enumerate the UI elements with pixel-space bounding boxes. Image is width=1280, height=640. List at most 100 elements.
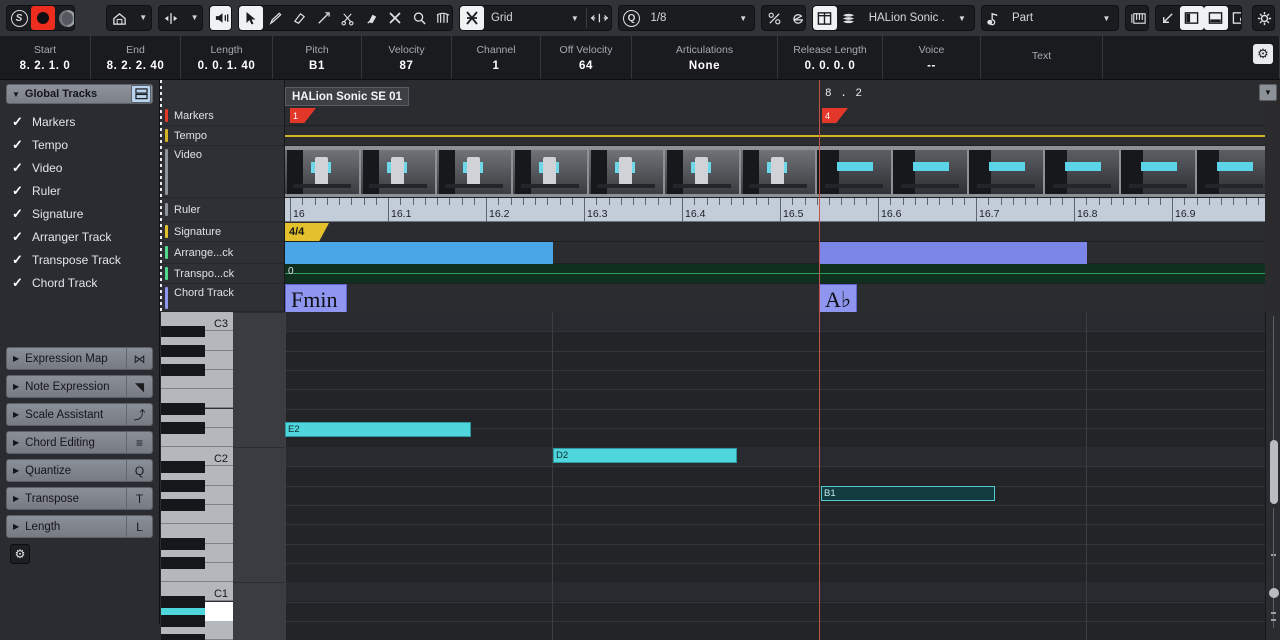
global-track-toggle-markers[interactable]: ✓Markers [0, 110, 159, 133]
chord-event[interactable]: Fmin [285, 284, 347, 312]
piano-key-black[interactable] [161, 615, 205, 627]
part-name-tab[interactable]: HALion Sonic SE 01 [285, 87, 409, 106]
global-track-row-arrange-ck[interactable]: Arrange...ck [161, 242, 284, 264]
signature-lane[interactable]: 4/4 [285, 222, 1265, 242]
playhead[interactable] [819, 312, 820, 640]
inspector-section-quantize[interactable]: ▶QuantizeQ [6, 459, 153, 482]
piano-key-black[interactable] [161, 345, 205, 357]
piano-key-black[interactable] [161, 364, 205, 376]
global-track-toggle-tempo[interactable]: ✓Tempo [0, 133, 159, 156]
info-field-off-velocity[interactable]: Off Velocity64 [541, 36, 632, 79]
global-track-toggle-video[interactable]: ✓Video [0, 156, 159, 179]
info-field-value[interactable]: 0. 0. 1. 40 [198, 60, 256, 72]
nudge-settings-button[interactable]: ▼ [183, 6, 203, 30]
inspector-section-transpose[interactable]: ▶TransposeT [6, 487, 153, 510]
global-track-row-tempo[interactable]: Tempo [161, 126, 284, 146]
global-track-toggle-arranger-track[interactable]: ✓Arranger Track [0, 225, 159, 248]
transpose-lane[interactable]: 0 [285, 264, 1265, 284]
info-field-value[interactable]: 64 [579, 60, 593, 72]
info-field-release-length[interactable]: Release Length0. 0. 0. 0 [778, 36, 883, 79]
global-tracks-badge-icon[interactable] [131, 85, 151, 103]
global-track-toggle-signature[interactable]: ✓Signature [0, 202, 159, 225]
erase-tool[interactable] [287, 6, 311, 30]
quantize-icon-button[interactable]: Q [619, 6, 643, 30]
info-field-articulations[interactable]: ArticulationsNone [632, 36, 778, 79]
tempo-lane[interactable] [285, 126, 1265, 146]
marker-flag[interactable]: 4 [822, 108, 848, 123]
piano-key-black[interactable] [161, 480, 205, 492]
piano-key-black[interactable] [161, 634, 205, 640]
piano-roll-canvas[interactable]: E2 D2 B1 [285, 312, 1265, 640]
info-field-value[interactable]: B1 [309, 60, 325, 72]
inspector-section-expression-map[interactable]: ▶Expression Map⋈ [6, 347, 153, 370]
piano-key-black[interactable] [161, 596, 205, 608]
piano-key-black[interactable] [161, 403, 205, 415]
snap-type-button[interactable] [587, 6, 612, 30]
show-instrument-button[interactable] [813, 6, 837, 30]
global-track-toggle-ruler[interactable]: ✓Ruler [0, 179, 159, 202]
piano-key-black[interactable] [161, 461, 205, 473]
left-zone-button[interactable] [1180, 6, 1204, 30]
chevron-down-icon[interactable]: ▼ [1102, 14, 1118, 23]
inspector-section-note-expression[interactable]: ▶Note Expression◥ [6, 375, 153, 398]
midi-note[interactable]: E2 [285, 422, 471, 437]
marker-flag[interactable]: 1 [290, 108, 316, 123]
inspector-settings-button[interactable]: ⚙ [10, 544, 30, 564]
info-field-pitch[interactable]: PitchB1 [273, 36, 362, 79]
lower-zone-button[interactable] [1204, 6, 1228, 30]
chord-event[interactable]: A♭ [819, 284, 857, 312]
draw-tool[interactable] [263, 6, 287, 30]
info-field-text[interactable]: Text [981, 36, 1103, 79]
midi-note[interactable]: B1 [821, 486, 995, 501]
arranger-event[interactable] [285, 242, 553, 264]
info-line-settings-button[interactable]: ⚙ [1253, 44, 1273, 64]
zoom-tool[interactable] [407, 6, 431, 30]
markers-lane[interactable]: 14 [285, 106, 1265, 126]
keyboard-view-button[interactable] [1126, 6, 1148, 30]
snap-toggle-button[interactable] [460, 6, 484, 30]
global-track-toggle-chord-track[interactable]: ✓Chord Track [0, 271, 159, 294]
glue-tool[interactable] [359, 6, 383, 30]
soft-quantize-button[interactable] [762, 6, 786, 30]
info-field-length[interactable]: Length0. 0. 1. 40 [181, 36, 273, 79]
piano-keyboard[interactable]: C3C2C1 [161, 312, 233, 640]
inspector-section-length[interactable]: ▶LengthL [6, 515, 153, 538]
inspector-section-chord-editing[interactable]: ▶Chord Editing≡ [6, 431, 153, 454]
info-field-velocity[interactable]: Velocity87 [362, 36, 452, 79]
info-field-value[interactable]: 1 [493, 60, 500, 72]
info-field-channel[interactable]: Channel1 [452, 36, 541, 79]
info-field-end[interactable]: End8. 2. 2. 40 [91, 36, 181, 79]
info-field-value[interactable]: 0. 0. 0. 0 [805, 60, 856, 72]
global-track-row-markers[interactable]: Markers [161, 106, 284, 126]
split-tool[interactable] [335, 6, 359, 30]
instrument-layers-button[interactable] [837, 6, 861, 30]
vertical-scrollbar[interactable] [1265, 312, 1280, 640]
bypass-inserts-button[interactable] [55, 6, 75, 30]
info-field-value[interactable]: -- [927, 60, 936, 72]
playhead[interactable] [819, 80, 820, 312]
info-field-value[interactable]: 8. 2. 2. 40 [107, 60, 165, 72]
midi-note[interactable]: D2 [553, 448, 737, 463]
chord-lane[interactable]: Fmin A♭ [285, 284, 1265, 312]
global-track-row-transpo-ck[interactable]: Transpo...ck [161, 264, 284, 284]
mute-tool[interactable] [383, 6, 407, 30]
solo-button[interactable]: S [7, 6, 31, 30]
global-track-toggle-transpose-track[interactable]: ✓Transpose Track [0, 248, 159, 271]
lower-zone-arrow-button[interactable] [1156, 6, 1180, 30]
ruler-lane[interactable]: 1616.116.216.316.416.516.616.716.816.917 [285, 198, 1265, 222]
chevron-down-icon[interactable]: ▼ [739, 14, 754, 23]
piano-key-black[interactable] [161, 538, 205, 550]
video-lane[interactable] [285, 146, 1265, 198]
piano-key-black[interactable] [161, 557, 205, 569]
zoom-slider-knob[interactable] [1269, 588, 1279, 598]
chevron-down-icon[interactable]: ▼ [958, 14, 974, 23]
toolbar-setup-button[interactable] [1253, 6, 1275, 30]
global-track-row-video[interactable]: Video [161, 146, 284, 198]
global-track-row-ruler[interactable]: Ruler [161, 198, 284, 222]
info-field-start[interactable]: Start8. 2. 1. 0 [0, 36, 91, 79]
info-field-value[interactable]: 87 [400, 60, 414, 72]
trim-tool[interactable] [311, 6, 335, 30]
scroll-thumb[interactable] [1270, 440, 1278, 504]
timewarp-tool[interactable] [431, 6, 453, 30]
inspector-section-scale-assistant[interactable]: ▶Scale Assistant⤴ [6, 403, 153, 426]
